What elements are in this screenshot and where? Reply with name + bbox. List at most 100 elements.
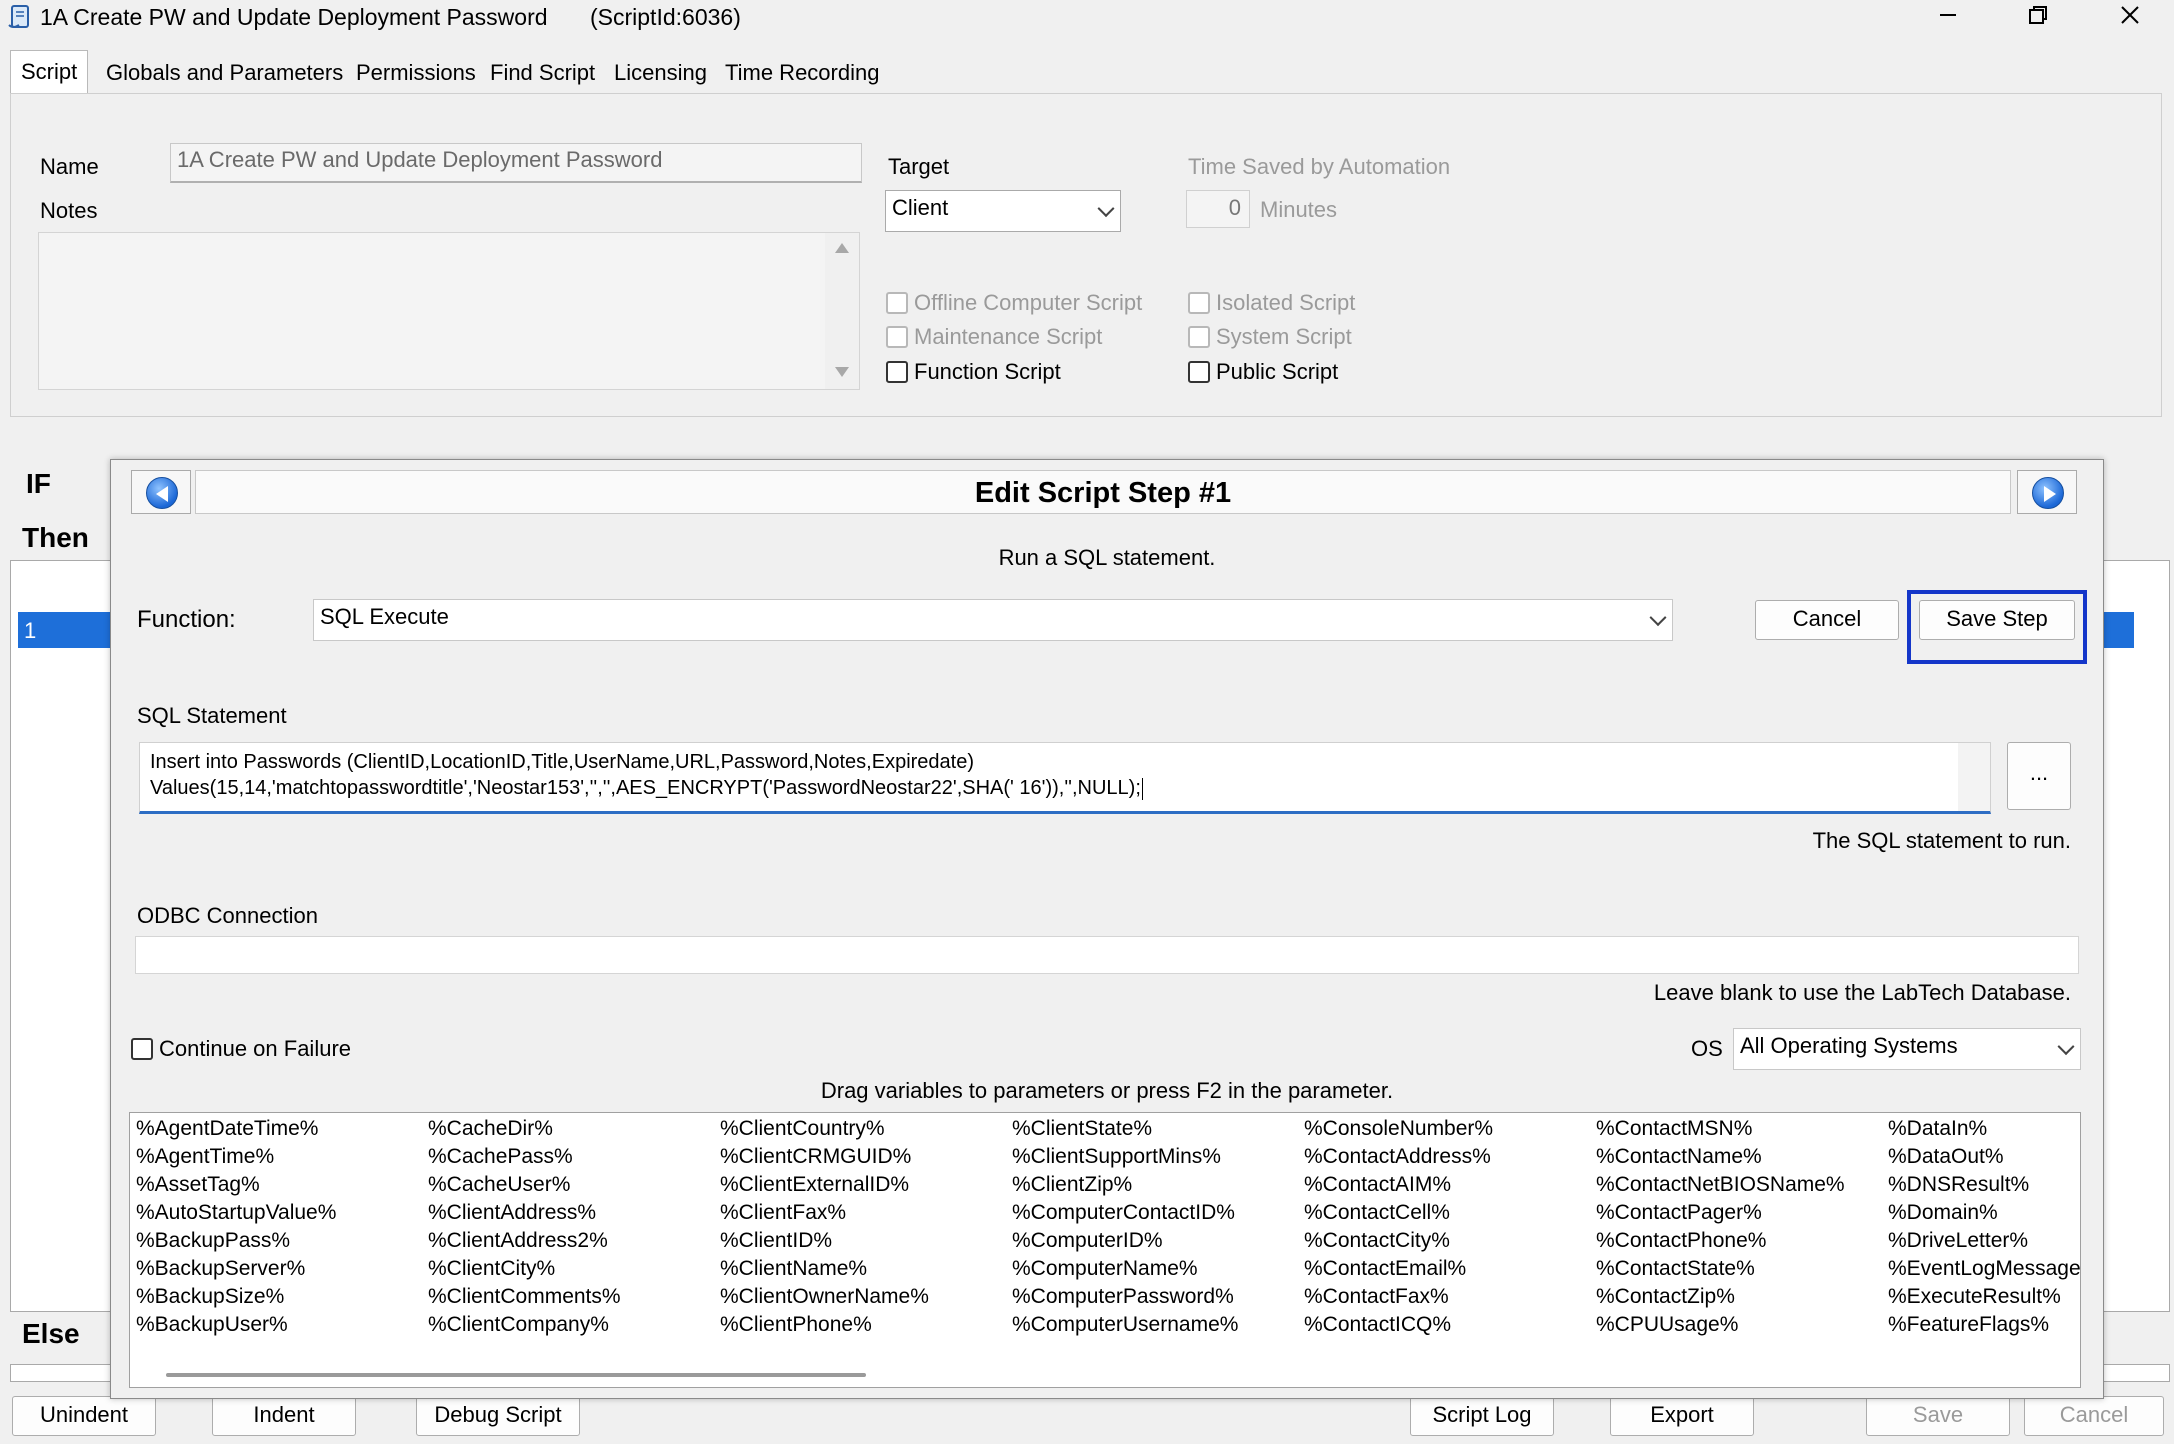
- scroll-down-icon[interactable]: [833, 365, 851, 379]
- list-item[interactable]: %ComputerName%: [1012, 1255, 1238, 1283]
- list-item[interactable]: %CacheUser%: [428, 1171, 621, 1199]
- list-item[interactable]: %ClientCountry%: [720, 1115, 929, 1143]
- function-select[interactable]: SQL Execute: [313, 599, 1673, 641]
- list-item[interactable]: %AssetTag%: [136, 1171, 336, 1199]
- list-item[interactable]: %ContactEmail%: [1304, 1255, 1493, 1283]
- cancel-button[interactable]: Cancel: [2024, 1396, 2164, 1436]
- list-item[interactable]: %ClientCity%: [428, 1255, 621, 1283]
- list-item[interactable]: %ContactMSN%: [1596, 1115, 1845, 1143]
- list-item[interactable]: %ContactCell%: [1304, 1199, 1493, 1227]
- save-step-button[interactable]: Save Step: [1919, 600, 2075, 640]
- list-item[interactable]: %ContactFax%: [1304, 1283, 1493, 1311]
- list-item[interactable]: %ClientState%: [1012, 1115, 1238, 1143]
- offline-checkbox[interactable]: [886, 292, 908, 314]
- list-item[interactable]: %CacheDir%: [428, 1115, 621, 1143]
- list-item[interactable]: %ClientComments%: [428, 1283, 621, 1311]
- list-item[interactable]: %ClientCRMGUID%: [720, 1143, 929, 1171]
- list-item[interactable]: %AutoStartupValue%: [136, 1199, 336, 1227]
- list-item[interactable]: %Domain%: [1888, 1199, 2080, 1227]
- list-item[interactable]: %DataIn%: [1888, 1115, 2080, 1143]
- list-item[interactable]: %DriveLetter%: [1888, 1227, 2080, 1255]
- isolated-checkbox[interactable]: [1188, 292, 1210, 314]
- public-checkbox[interactable]: [1188, 361, 1210, 383]
- tab-script[interactable]: Script: [10, 50, 89, 94]
- list-item[interactable]: %ClientAddress%: [428, 1199, 621, 1227]
- list-item[interactable]: %FeatureFlags%: [1888, 1311, 2080, 1339]
- script-log-button[interactable]: Script Log: [1410, 1396, 1554, 1436]
- list-item[interactable]: %ClientSupportMins%: [1012, 1143, 1238, 1171]
- continue-on-failure-checkbox[interactable]: [131, 1038, 153, 1060]
- list-item[interactable]: %ComputerID%: [1012, 1227, 1238, 1255]
- list-item[interactable]: %ContactName%: [1596, 1143, 1845, 1171]
- list-item[interactable]: %ConsoleNumber%: [1304, 1115, 1493, 1143]
- list-item[interactable]: %ClientName%: [720, 1255, 929, 1283]
- list-item[interactable]: %DNSResult%: [1888, 1171, 2080, 1199]
- list-item[interactable]: %ContactCity%: [1304, 1227, 1493, 1255]
- list-item[interactable]: %ComputerContactID%: [1012, 1199, 1238, 1227]
- tab-globals-and-parameters[interactable]: Globals and Parameters: [96, 54, 353, 92]
- unindent-button[interactable]: Unindent: [12, 1396, 156, 1436]
- sql-editor-button[interactable]: ...: [2007, 742, 2071, 810]
- sql-scrollbar[interactable]: [1958, 743, 1990, 811]
- list-item[interactable]: %ClientOwnerName%: [720, 1283, 929, 1311]
- sql-statement-input[interactable]: Insert into Passwords (ClientID,Location…: [139, 742, 1991, 814]
- next-step-button[interactable]: [2017, 470, 2077, 514]
- variables-list[interactable]: %AgentDateTime% %AgentTime% %AssetTag% %Aut…: [129, 1112, 2081, 1388]
- list-item[interactable]: %ClientZip%: [1012, 1171, 1238, 1199]
- list-item[interactable]: %ClientCompany%: [428, 1311, 621, 1339]
- tab-find-script[interactable]: Find Script: [480, 54, 605, 92]
- os-select[interactable]: All Operating Systems: [1733, 1028, 2081, 1070]
- target-select-value: Client: [892, 195, 949, 220]
- list-item[interactable]: %ClientExternalID%: [720, 1171, 929, 1199]
- previous-step-button[interactable]: [131, 470, 191, 514]
- target-select[interactable]: Client: [885, 190, 1121, 232]
- tab-permissions[interactable]: Permissions: [346, 54, 486, 92]
- list-item[interactable]: %ClientAddress2%: [428, 1227, 621, 1255]
- minimize-button[interactable]: [1918, 0, 1978, 36]
- export-button[interactable]: Export: [1610, 1396, 1754, 1436]
- tab-licensing[interactable]: Licensing: [604, 54, 717, 92]
- dialog-cancel-button[interactable]: Cancel: [1755, 600, 1899, 640]
- list-item[interactable]: %AgentTime%: [136, 1143, 336, 1171]
- list-item[interactable]: %EventLogMessage%: [1888, 1255, 2080, 1283]
- notes-scrollbar[interactable]: [825, 233, 859, 389]
- list-item[interactable]: %ComputerUsername%: [1012, 1311, 1238, 1339]
- close-button[interactable]: [2100, 0, 2160, 36]
- scroll-up-icon[interactable]: [833, 241, 851, 255]
- list-item[interactable]: %ContactPager%: [1596, 1199, 1845, 1227]
- list-item[interactable]: %ClientID%: [720, 1227, 929, 1255]
- notes-textarea[interactable]: [38, 232, 860, 390]
- time-saved-input[interactable]: 0: [1186, 190, 1250, 228]
- restore-button[interactable]: [2008, 0, 2068, 36]
- list-item[interactable]: %BackupServer%: [136, 1255, 336, 1283]
- list-item[interactable]: %ContactICQ%: [1304, 1311, 1493, 1339]
- list-item[interactable]: %BackupPass%: [136, 1227, 336, 1255]
- horizontal-scrollbar[interactable]: [166, 1373, 866, 1377]
- list-item[interactable]: %ContactState%: [1596, 1255, 1845, 1283]
- list-item[interactable]: %AgentDateTime%: [136, 1115, 336, 1143]
- save-button[interactable]: Save: [1866, 1396, 2010, 1436]
- list-item[interactable]: %ClientPhone%: [720, 1311, 929, 1339]
- odbc-connection-input[interactable]: [135, 936, 2079, 974]
- list-item[interactable]: %ExecuteResult%: [1888, 1283, 2080, 1311]
- maintenance-checkbox[interactable]: [886, 326, 908, 348]
- list-item[interactable]: %ContactZip%: [1596, 1283, 1845, 1311]
- indent-button[interactable]: Indent: [212, 1396, 356, 1436]
- list-item[interactable]: %BackupSize%: [136, 1283, 336, 1311]
- debug-script-button[interactable]: Debug Script: [416, 1396, 580, 1436]
- list-item[interactable]: %CPUUsage%: [1596, 1311, 1845, 1339]
- function-checkbox[interactable]: [886, 361, 908, 383]
- list-item[interactable]: %ContactPhone%: [1596, 1227, 1845, 1255]
- list-item[interactable]: %ComputerPassword%: [1012, 1283, 1238, 1311]
- list-item[interactable]: %ContactAIM%: [1304, 1171, 1493, 1199]
- list-item[interactable]: %ContactNetBIOSName%: [1596, 1171, 1845, 1199]
- name-input[interactable]: 1A Create PW and Update Deployment Passw…: [170, 143, 862, 183]
- continue-on-failure-label: Continue on Failure: [159, 1036, 352, 1061]
- list-item[interactable]: %BackupUser%: [136, 1311, 336, 1339]
- list-item[interactable]: %CachePass%: [428, 1143, 621, 1171]
- list-item[interactable]: %ClientFax%: [720, 1199, 929, 1227]
- system-checkbox[interactable]: [1188, 326, 1210, 348]
- tab-time-recording[interactable]: Time Recording: [715, 54, 889, 92]
- list-item[interactable]: %DataOut%: [1888, 1143, 2080, 1171]
- list-item[interactable]: %ContactAddress%: [1304, 1143, 1493, 1171]
